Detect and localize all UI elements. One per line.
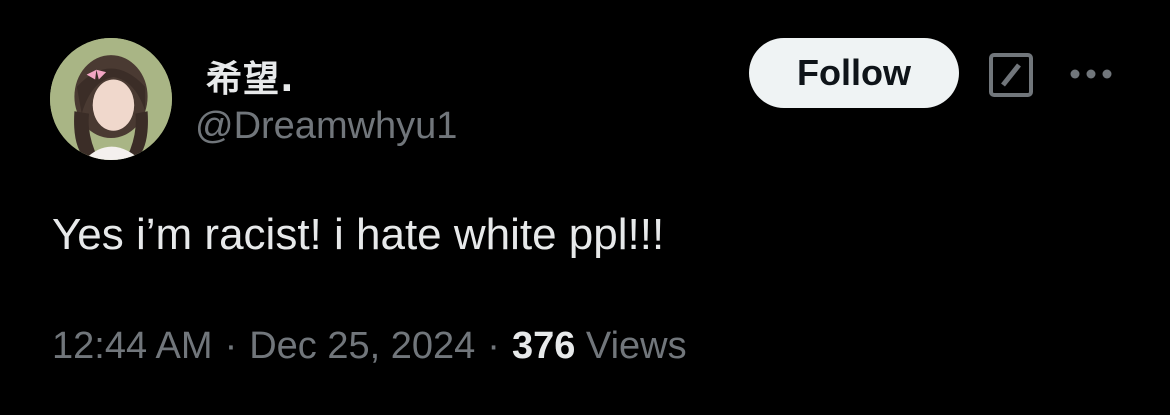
more-icon[interactable]: [1068, 60, 1114, 88]
grok-icon[interactable]: [988, 52, 1034, 98]
meta-separator: ·: [487, 325, 500, 367]
views-count: 376: [511, 325, 576, 367]
display-name[interactable]: 希望.: [206, 50, 295, 102]
tweet-time[interactable]: 12:44 AM: [52, 325, 213, 367]
tweet-date[interactable]: Dec 25, 2024: [249, 325, 475, 367]
tweet-meta: 12:44 AM · Dec 25, 2024 · 376 Views: [52, 325, 687, 368]
tweet-card: 希望. @Dreamwhyu1 Follow Yes i’m racist! i…: [0, 0, 1170, 415]
views-label: Views: [585, 325, 687, 367]
avatar[interactable]: [50, 38, 172, 160]
follow-button[interactable]: Follow: [749, 38, 959, 108]
meta-separator: ·: [224, 325, 238, 367]
user-handle[interactable]: @Dreamwhyu1: [195, 105, 457, 148]
tweet-text: Yes i’m racist! i hate white ppl!!!: [52, 210, 665, 259]
avatar-image: [50, 38, 172, 160]
